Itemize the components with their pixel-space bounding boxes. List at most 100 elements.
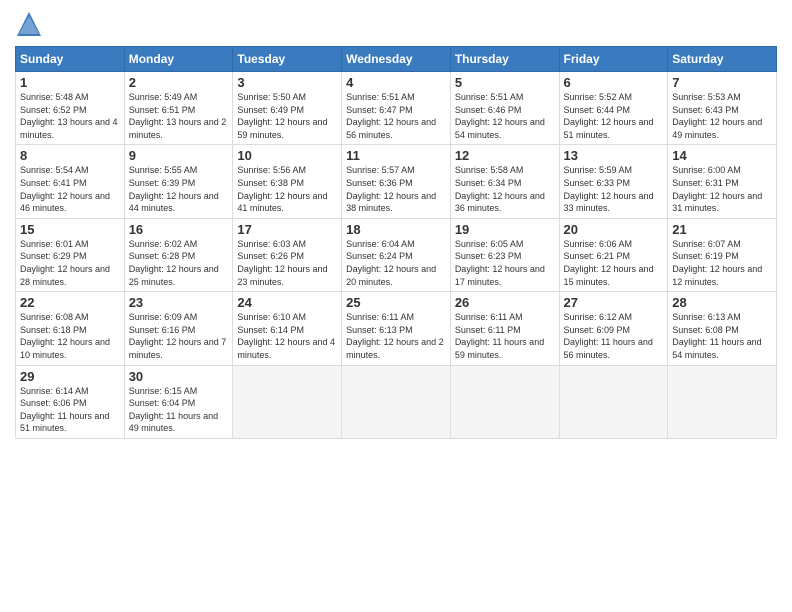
day-cell: 26Sunrise: 6:11 AM Sunset: 6:11 PM Dayli…: [450, 292, 559, 365]
day-cell: 30Sunrise: 6:15 AM Sunset: 6:04 PM Dayli…: [124, 365, 233, 438]
day-cell: 17Sunrise: 6:03 AM Sunset: 6:26 PM Dayli…: [233, 218, 342, 291]
day-number: 9: [129, 148, 229, 163]
day-cell: [342, 365, 451, 438]
day-number: 19: [455, 222, 555, 237]
day-number: 4: [346, 75, 446, 90]
day-number: 29: [20, 369, 120, 384]
day-number: 17: [237, 222, 337, 237]
week-row-1: 8Sunrise: 5:54 AM Sunset: 6:41 PM Daylig…: [16, 145, 777, 218]
day-cell: 28Sunrise: 6:13 AM Sunset: 6:08 PM Dayli…: [668, 292, 777, 365]
day-cell: 29Sunrise: 6:14 AM Sunset: 6:06 PM Dayli…: [16, 365, 125, 438]
day-number: 28: [672, 295, 772, 310]
day-detail: Sunrise: 5:57 AM Sunset: 6:36 PM Dayligh…: [346, 164, 446, 214]
day-cell: [559, 365, 668, 438]
day-detail: Sunrise: 6:11 AM Sunset: 6:11 PM Dayligh…: [455, 311, 555, 361]
day-number: 2: [129, 75, 229, 90]
week-row-2: 15Sunrise: 6:01 AM Sunset: 6:29 PM Dayli…: [16, 218, 777, 291]
day-detail: Sunrise: 6:08 AM Sunset: 6:18 PM Dayligh…: [20, 311, 120, 361]
day-cell: 13Sunrise: 5:59 AM Sunset: 6:33 PM Dayli…: [559, 145, 668, 218]
day-number: 25: [346, 295, 446, 310]
day-number: 1: [20, 75, 120, 90]
day-number: 22: [20, 295, 120, 310]
day-detail: Sunrise: 5:51 AM Sunset: 6:46 PM Dayligh…: [455, 91, 555, 141]
day-detail: Sunrise: 6:13 AM Sunset: 6:08 PM Dayligh…: [672, 311, 772, 361]
day-cell: [450, 365, 559, 438]
day-detail: Sunrise: 5:55 AM Sunset: 6:39 PM Dayligh…: [129, 164, 229, 214]
day-number: 6: [564, 75, 664, 90]
day-detail: Sunrise: 6:09 AM Sunset: 6:16 PM Dayligh…: [129, 311, 229, 361]
day-detail: Sunrise: 6:00 AM Sunset: 6:31 PM Dayligh…: [672, 164, 772, 214]
week-row-0: 1Sunrise: 5:48 AM Sunset: 6:52 PM Daylig…: [16, 72, 777, 145]
day-number: 12: [455, 148, 555, 163]
day-number: 3: [237, 75, 337, 90]
day-number: 23: [129, 295, 229, 310]
week-row-3: 22Sunrise: 6:08 AM Sunset: 6:18 PM Dayli…: [16, 292, 777, 365]
day-detail: Sunrise: 5:50 AM Sunset: 6:49 PM Dayligh…: [237, 91, 337, 141]
day-cell: 1Sunrise: 5:48 AM Sunset: 6:52 PM Daylig…: [16, 72, 125, 145]
header: [15, 10, 777, 38]
col-header-tuesday: Tuesday: [233, 47, 342, 72]
day-cell: 4Sunrise: 5:51 AM Sunset: 6:47 PM Daylig…: [342, 72, 451, 145]
day-cell: 20Sunrise: 6:06 AM Sunset: 6:21 PM Dayli…: [559, 218, 668, 291]
day-number: 20: [564, 222, 664, 237]
day-cell: 6Sunrise: 5:52 AM Sunset: 6:44 PM Daylig…: [559, 72, 668, 145]
day-number: 5: [455, 75, 555, 90]
day-cell: 11Sunrise: 5:57 AM Sunset: 6:36 PM Dayli…: [342, 145, 451, 218]
calendar-table: SundayMondayTuesdayWednesdayThursdayFrid…: [15, 46, 777, 439]
day-cell: 12Sunrise: 5:58 AM Sunset: 6:34 PM Dayli…: [450, 145, 559, 218]
day-detail: Sunrise: 6:01 AM Sunset: 6:29 PM Dayligh…: [20, 238, 120, 288]
calendar-header-row: SundayMondayTuesdayWednesdayThursdayFrid…: [16, 47, 777, 72]
day-cell: 16Sunrise: 6:02 AM Sunset: 6:28 PM Dayli…: [124, 218, 233, 291]
day-detail: Sunrise: 5:59 AM Sunset: 6:33 PM Dayligh…: [564, 164, 664, 214]
col-header-friday: Friday: [559, 47, 668, 72]
day-detail: Sunrise: 5:52 AM Sunset: 6:44 PM Dayligh…: [564, 91, 664, 141]
day-number: 13: [564, 148, 664, 163]
day-detail: Sunrise: 5:53 AM Sunset: 6:43 PM Dayligh…: [672, 91, 772, 141]
day-cell: 7Sunrise: 5:53 AM Sunset: 6:43 PM Daylig…: [668, 72, 777, 145]
day-cell: 27Sunrise: 6:12 AM Sunset: 6:09 PM Dayli…: [559, 292, 668, 365]
day-cell: 21Sunrise: 6:07 AM Sunset: 6:19 PM Dayli…: [668, 218, 777, 291]
day-number: 24: [237, 295, 337, 310]
day-cell: 5Sunrise: 5:51 AM Sunset: 6:46 PM Daylig…: [450, 72, 559, 145]
day-detail: Sunrise: 6:05 AM Sunset: 6:23 PM Dayligh…: [455, 238, 555, 288]
day-detail: Sunrise: 6:14 AM Sunset: 6:06 PM Dayligh…: [20, 385, 120, 435]
page-container: SundayMondayTuesdayWednesdayThursdayFrid…: [0, 0, 792, 449]
day-detail: Sunrise: 6:04 AM Sunset: 6:24 PM Dayligh…: [346, 238, 446, 288]
day-detail: Sunrise: 5:51 AM Sunset: 6:47 PM Dayligh…: [346, 91, 446, 141]
day-number: 27: [564, 295, 664, 310]
day-cell: 25Sunrise: 6:11 AM Sunset: 6:13 PM Dayli…: [342, 292, 451, 365]
day-detail: Sunrise: 6:02 AM Sunset: 6:28 PM Dayligh…: [129, 238, 229, 288]
day-cell: 2Sunrise: 5:49 AM Sunset: 6:51 PM Daylig…: [124, 72, 233, 145]
day-number: 15: [20, 222, 120, 237]
day-cell: 3Sunrise: 5:50 AM Sunset: 6:49 PM Daylig…: [233, 72, 342, 145]
day-number: 14: [672, 148, 772, 163]
day-cell: 24Sunrise: 6:10 AM Sunset: 6:14 PM Dayli…: [233, 292, 342, 365]
col-header-thursday: Thursday: [450, 47, 559, 72]
day-cell: 8Sunrise: 5:54 AM Sunset: 6:41 PM Daylig…: [16, 145, 125, 218]
logo: [15, 10, 47, 38]
day-number: 11: [346, 148, 446, 163]
week-row-4: 29Sunrise: 6:14 AM Sunset: 6:06 PM Dayli…: [16, 365, 777, 438]
day-number: 18: [346, 222, 446, 237]
day-number: 8: [20, 148, 120, 163]
day-detail: Sunrise: 5:48 AM Sunset: 6:52 PM Dayligh…: [20, 91, 120, 141]
day-detail: Sunrise: 6:03 AM Sunset: 6:26 PM Dayligh…: [237, 238, 337, 288]
day-detail: Sunrise: 5:58 AM Sunset: 6:34 PM Dayligh…: [455, 164, 555, 214]
day-cell: 10Sunrise: 5:56 AM Sunset: 6:38 PM Dayli…: [233, 145, 342, 218]
day-detail: Sunrise: 6:06 AM Sunset: 6:21 PM Dayligh…: [564, 238, 664, 288]
day-detail: Sunrise: 6:07 AM Sunset: 6:19 PM Dayligh…: [672, 238, 772, 288]
day-cell: 19Sunrise: 6:05 AM Sunset: 6:23 PM Dayli…: [450, 218, 559, 291]
day-number: 16: [129, 222, 229, 237]
day-detail: Sunrise: 6:10 AM Sunset: 6:14 PM Dayligh…: [237, 311, 337, 361]
day-detail: Sunrise: 5:54 AM Sunset: 6:41 PM Dayligh…: [20, 164, 120, 214]
day-cell: 22Sunrise: 6:08 AM Sunset: 6:18 PM Dayli…: [16, 292, 125, 365]
day-detail: Sunrise: 6:11 AM Sunset: 6:13 PM Dayligh…: [346, 311, 446, 361]
day-cell: [233, 365, 342, 438]
day-detail: Sunrise: 6:15 AM Sunset: 6:04 PM Dayligh…: [129, 385, 229, 435]
day-number: 30: [129, 369, 229, 384]
col-header-monday: Monday: [124, 47, 233, 72]
day-detail: Sunrise: 5:56 AM Sunset: 6:38 PM Dayligh…: [237, 164, 337, 214]
col-header-wednesday: Wednesday: [342, 47, 451, 72]
col-header-sunday: Sunday: [16, 47, 125, 72]
day-number: 26: [455, 295, 555, 310]
